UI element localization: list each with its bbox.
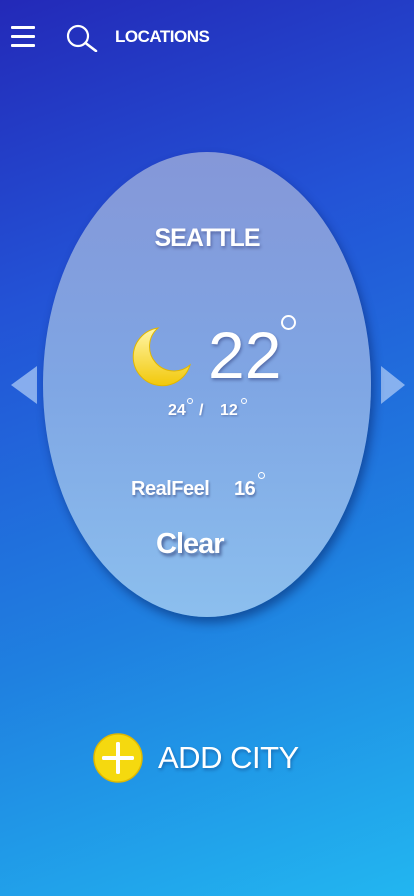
realfeel-label: RealFeel [131, 478, 210, 500]
degree-symbol [258, 472, 265, 479]
locations-link[interactable]: LOCATIONS [115, 27, 210, 47]
city-name: SEATTLE [154, 224, 260, 252]
search-icon[interactable] [66, 24, 98, 52]
range-separator: / [199, 402, 204, 419]
current-temperature: 22 [208, 318, 282, 392]
hamburger-menu-icon[interactable] [11, 26, 35, 48]
arrow-left-icon[interactable] [11, 366, 37, 404]
plus-circle-icon[interactable] [92, 732, 144, 784]
arrow-right-icon[interactable] [381, 366, 405, 404]
realfeel-value: 16 [234, 478, 256, 500]
weather-condition: Clear [156, 528, 225, 560]
degree-symbol [241, 398, 247, 404]
degree-symbol [187, 398, 193, 404]
low-temperature: 12 [220, 402, 238, 419]
add-city-label: ADD CITY [158, 740, 299, 775]
add-city-button[interactable]: ADD CITY [92, 732, 312, 784]
moon-icon [132, 327, 191, 387]
high-temperature: 24 [168, 402, 186, 419]
degree-symbol [281, 315, 296, 330]
